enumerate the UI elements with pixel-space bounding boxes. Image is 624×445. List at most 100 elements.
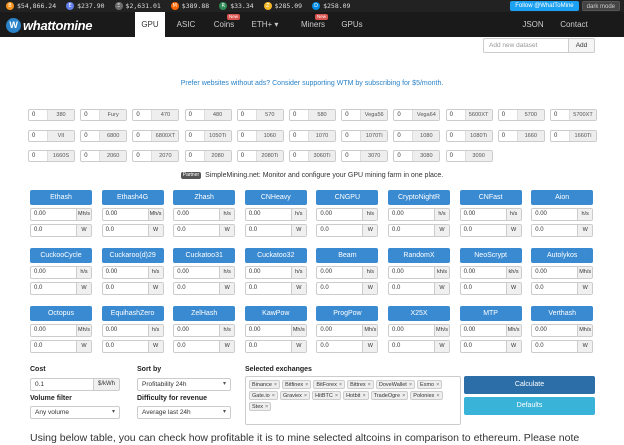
power-field[interactable]: 0.0 W xyxy=(244,282,307,295)
gpu-count-input[interactable]: 0 xyxy=(551,110,570,120)
gpu-count-input[interactable]: 0 xyxy=(342,130,362,141)
hashrate-field[interactable]: 0.00 h/s xyxy=(173,324,236,337)
power-field[interactable]: 0.0 W xyxy=(101,340,164,353)
remove-icon[interactable]: × xyxy=(305,382,308,388)
gpu-count-input[interactable]: 0 xyxy=(499,110,518,120)
gpu-item[interactable]: 0 2070 xyxy=(132,150,180,162)
power-field[interactable]: 0.0 W xyxy=(244,224,307,237)
gpu-count-input[interactable]: 0 xyxy=(290,110,309,120)
remove-icon[interactable]: × xyxy=(304,393,307,399)
gpu-count-input[interactable]: 0 xyxy=(29,130,48,141)
power-field[interactable]: 0.0 W xyxy=(173,224,236,237)
power-field[interactable]: 0.0 W xyxy=(531,224,594,237)
gpu-count-input[interactable]: 0 xyxy=(133,151,153,161)
hashrate-input[interactable]: 0.00 xyxy=(461,267,506,278)
gpu-item[interactable]: 0 2080Ti xyxy=(236,150,284,162)
power-input[interactable]: 0.0 xyxy=(246,225,291,236)
new-dataset-input[interactable]: Add new dataset xyxy=(483,38,569,53)
remove-icon[interactable]: × xyxy=(436,393,439,399)
gpu-count-input[interactable]: 0 xyxy=(447,151,466,161)
hashrate-input[interactable]: 0.00 xyxy=(246,209,291,220)
power-field[interactable]: 0.0 W xyxy=(30,340,92,353)
algorithm-toggle-button[interactable]: CuckooCycle xyxy=(30,248,92,263)
power-field[interactable]: 0.0 W xyxy=(388,224,450,237)
algorithm-toggle-button[interactable]: CNGPU xyxy=(316,190,379,205)
gpu-item[interactable]: 0 1060 xyxy=(236,129,284,142)
gpu-item[interactable]: 0 470 xyxy=(132,109,180,121)
algorithm-toggle-button[interactable]: Verthash xyxy=(531,306,594,321)
algorithm-toggle-button[interactable]: Aion xyxy=(531,190,594,205)
gpu-item[interactable]: 0 3080 xyxy=(393,150,441,162)
hashrate-field[interactable]: 0.00 h/s xyxy=(173,266,236,279)
nav-asic[interactable]: ASIC xyxy=(170,12,202,37)
power-field[interactable]: 0.0 W xyxy=(173,340,236,353)
hashrate-input[interactable]: 0.00 xyxy=(317,267,362,278)
hashrate-input[interactable]: 0.00 xyxy=(31,325,76,336)
gpu-count-input[interactable]: 0 xyxy=(186,130,205,141)
gpu-count-input[interactable]: 0 xyxy=(551,130,570,141)
gpu-count-input[interactable]: 0 xyxy=(81,151,101,161)
gpu-item[interactable]: 0 480 xyxy=(184,109,232,121)
power-input[interactable]: 0.0 xyxy=(317,283,362,294)
exchange-tag[interactable]: Poloniex × xyxy=(410,391,443,400)
hashrate-input[interactable]: 0.00 xyxy=(389,209,434,220)
algorithm-toggle-button[interactable]: CNFast xyxy=(459,190,522,205)
gpu-count-input[interactable]: 0 xyxy=(290,130,309,141)
algorithm-toggle-button[interactable]: Ethash4G xyxy=(101,190,164,205)
power-input[interactable]: 0.0 xyxy=(389,341,434,352)
dark-mode-button[interactable]: dark mode xyxy=(581,1,620,11)
cost-input[interactable]: 0.1 xyxy=(30,378,94,391)
algorithm-toggle-button[interactable]: X25X xyxy=(388,306,450,321)
algorithm-toggle-button[interactable]: NeoScrypt xyxy=(459,248,522,263)
remove-icon[interactable]: × xyxy=(362,393,365,399)
gpu-item[interactable]: 0 580 xyxy=(289,109,336,121)
gpu-item[interactable]: 0 1080 xyxy=(393,129,441,142)
gpu-count-input[interactable]: 0 xyxy=(394,130,414,141)
gpu-item[interactable]: 0 2080 xyxy=(184,150,232,162)
remove-icon[interactable]: × xyxy=(335,393,338,399)
power-input[interactable]: 0.0 xyxy=(174,341,219,352)
exchange-tag[interactable]: DoveWallet × xyxy=(375,380,416,389)
power-input[interactable]: 0.0 xyxy=(174,225,219,236)
power-input[interactable]: 0.0 xyxy=(246,283,291,294)
gpu-count-input[interactable]: 0 xyxy=(238,110,257,120)
hashrate-input[interactable]: 0.00 xyxy=(103,267,148,278)
power-input[interactable]: 0.0 xyxy=(389,283,434,294)
power-input[interactable]: 0.0 xyxy=(532,225,577,236)
gpu-count-input[interactable]: 0 xyxy=(81,130,101,141)
power-input[interactable]: 0.0 xyxy=(31,225,76,236)
power-input[interactable]: 0.0 xyxy=(31,283,76,294)
hashrate-field[interactable]: 0.00 h/s xyxy=(244,208,307,221)
hashrate-field[interactable]: 0.00 h/s xyxy=(101,266,164,279)
gpu-count-input[interactable]: 0 xyxy=(29,151,48,161)
power-input[interactable]: 0.0 xyxy=(317,225,362,236)
remove-icon[interactable]: × xyxy=(274,382,277,388)
gpu-count-input[interactable]: 0 xyxy=(238,130,257,141)
defaults-button[interactable]: Defaults xyxy=(464,397,595,415)
power-input[interactable]: 0.0 xyxy=(461,341,506,352)
gpu-item[interactable]: 0 Vega64 xyxy=(393,109,441,121)
power-field[interactable]: 0.0 W xyxy=(244,340,307,353)
algorithm-toggle-button[interactable]: Autolykos xyxy=(531,248,594,263)
algorithm-toggle-button[interactable]: Octopus xyxy=(30,306,92,321)
algorithm-toggle-button[interactable]: RandomX xyxy=(388,248,450,263)
hashrate-input[interactable]: 0.00 xyxy=(317,209,362,220)
hashrate-field[interactable]: 0.00 Mh/s xyxy=(459,324,522,337)
gpu-item[interactable]: 0 1660S xyxy=(28,150,75,162)
hashrate-input[interactable]: 0.00 xyxy=(389,267,434,278)
gpu-count-input[interactable]: 0 xyxy=(186,151,205,161)
gpu-count-input[interactable]: 0 xyxy=(447,110,466,120)
gpu-item[interactable]: 0 2060 xyxy=(80,150,128,162)
exchange-tag[interactable]: Gate.io × xyxy=(249,391,278,400)
power-input[interactable]: 0.0 xyxy=(103,341,148,352)
power-field[interactable]: 0.0 W xyxy=(459,282,522,295)
power-field[interactable]: 0.0 W xyxy=(459,340,522,353)
power-field[interactable]: 0.0 W xyxy=(30,224,92,237)
algorithm-toggle-button[interactable]: Ethash xyxy=(30,190,92,205)
power-input[interactable]: 0.0 xyxy=(246,341,291,352)
power-input[interactable]: 0.0 xyxy=(532,283,577,294)
hashrate-field[interactable]: 0.00 h/s xyxy=(316,266,379,279)
hashrate-input[interactable]: 0.00 xyxy=(174,209,219,220)
gpu-count-input[interactable]: 0 xyxy=(186,110,205,120)
exchange-tag[interactable]: TradeOgre × xyxy=(370,391,409,400)
